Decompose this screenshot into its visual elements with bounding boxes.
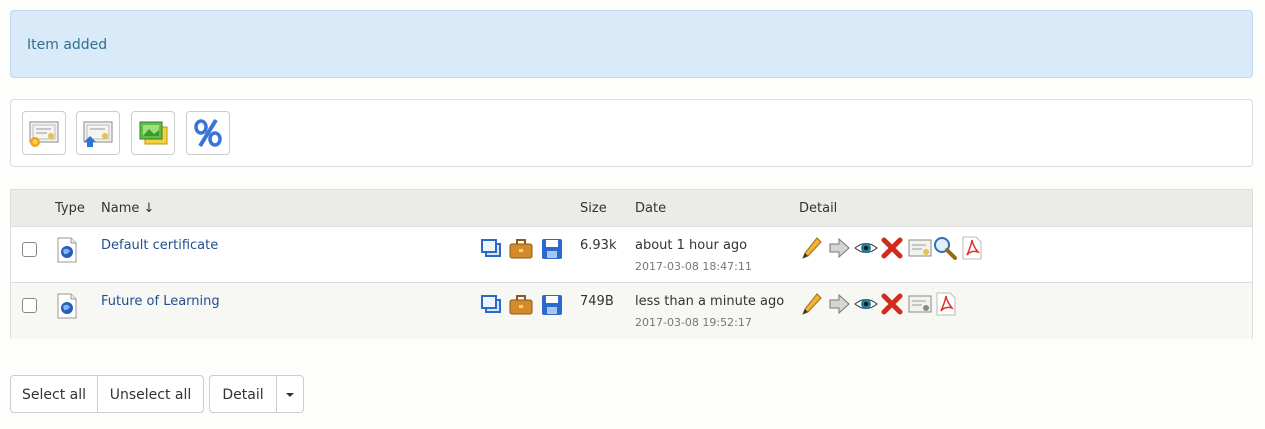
briefcase-icon[interactable] xyxy=(509,238,533,260)
toolbar xyxy=(10,99,1253,167)
save-icon[interactable] xyxy=(541,294,563,316)
delete-icon[interactable] xyxy=(880,236,904,260)
date-relative: about 1 hour ago xyxy=(635,238,748,253)
copy-icon[interactable] xyxy=(480,294,502,316)
move-icon[interactable] xyxy=(828,292,850,316)
html-document-icon xyxy=(57,237,77,263)
detail-dropdown-toggle[interactable] xyxy=(276,375,304,413)
date-full: 2017-03-08 18:47:11 xyxy=(635,260,752,273)
file-size: 6.93k xyxy=(580,238,617,253)
row-checkbox[interactable] xyxy=(22,298,37,313)
new-certificate-button[interactable] xyxy=(22,111,66,155)
select-all-button[interactable]: Select all xyxy=(10,375,98,413)
view-icon[interactable] xyxy=(854,236,878,260)
date-relative: less than a minute ago xyxy=(635,294,785,309)
images-icon xyxy=(139,121,168,145)
table-row: Future of Learning 749B less than a minu… xyxy=(11,283,1252,339)
header-name[interactable]: Name ↓ xyxy=(101,190,154,227)
table-header: Type Name ↓ Size Date Detail xyxy=(11,190,1252,227)
new-certificate-icon xyxy=(29,121,59,147)
move-icon[interactable] xyxy=(828,236,850,260)
header-date[interactable]: Date xyxy=(635,190,666,227)
documents-table: Type Name ↓ Size Date Detail Default cer… xyxy=(10,189,1253,339)
delete-icon[interactable] xyxy=(880,292,904,316)
certificate-icon[interactable] xyxy=(908,292,932,316)
header-type: Type xyxy=(55,201,85,216)
table-row: Default certificate 6.93k about 1 hour a… xyxy=(11,227,1252,283)
edit-icon[interactable] xyxy=(801,236,823,260)
detail-button[interactable]: Detail xyxy=(209,375,277,413)
percent-icon xyxy=(194,118,222,148)
html-document-icon xyxy=(57,293,77,319)
header-size[interactable]: Size xyxy=(580,190,607,227)
percent-button[interactable] xyxy=(186,111,230,155)
pdf-icon[interactable] xyxy=(961,236,983,260)
upload-certificate-icon xyxy=(83,121,113,147)
certificate-icon[interactable] xyxy=(908,236,932,260)
search-icon[interactable] xyxy=(933,236,957,260)
edit-icon[interactable] xyxy=(801,292,823,316)
alert-message: Item added xyxy=(27,37,108,53)
document-name-link[interactable]: Future of Learning xyxy=(101,294,220,309)
save-icon[interactable] xyxy=(541,238,563,260)
unselect-all-button[interactable]: Unselect all xyxy=(97,375,204,413)
caret-down-icon xyxy=(286,393,294,397)
success-alert: Item added xyxy=(10,10,1253,78)
row-checkbox[interactable] xyxy=(22,242,37,257)
pdf-icon[interactable] xyxy=(935,292,957,316)
header-detail: Detail xyxy=(799,201,838,216)
upload-certificate-button[interactable] xyxy=(76,111,120,155)
document-name-link[interactable]: Default certificate xyxy=(101,238,218,253)
briefcase-icon[interactable] xyxy=(509,294,533,316)
date-full: 2017-03-08 19:52:17 xyxy=(635,316,752,329)
images-button[interactable] xyxy=(131,111,175,155)
file-size: 749B xyxy=(580,294,614,309)
view-icon[interactable] xyxy=(854,292,878,316)
copy-icon[interactable] xyxy=(480,238,502,260)
